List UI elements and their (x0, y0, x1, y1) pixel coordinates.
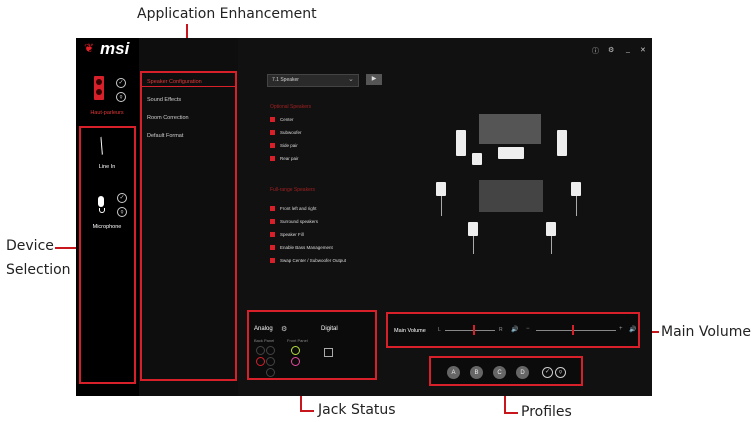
msi-dragon-icon: ❦ (84, 41, 95, 55)
digital-spdif-icon (324, 348, 333, 357)
jack-back-1 (256, 346, 265, 355)
jack-front-mic (291, 357, 300, 366)
checkbox-side-pair[interactable]: Side pair (270, 139, 302, 152)
callout-line-jack-h (300, 410, 314, 412)
settings-icon[interactable]: ⚙ (608, 46, 614, 54)
callout-selection: Selection (6, 262, 71, 278)
back-panel-label: Back Panel (254, 338, 275, 343)
menu-room-correction[interactable]: Room Correction (141, 108, 236, 126)
checkbox-bass-management[interactable]: Enable Bass Management (270, 241, 346, 254)
device-selection-highlight (79, 126, 136, 384)
close-icon[interactable]: ✕ (640, 46, 646, 54)
checkbox-swap-center-sub[interactable]: Swap Center / Subwoofer Output (270, 254, 346, 267)
speaker-layout-diagram (431, 110, 631, 270)
couch-icon (479, 180, 543, 212)
callout-line-profiles-h (504, 412, 518, 414)
checkbox-subwoofer[interactable]: Subwoofer (270, 126, 302, 139)
speaker-device-icon (94, 76, 104, 100)
main-volume-panel: Main Volume L R 🔊 − + 🔊 (386, 312, 640, 348)
default-check-icon[interactable]: ✓ (116, 78, 126, 88)
subwoofer-icon[interactable] (472, 153, 482, 165)
digital-label: Digital (321, 326, 338, 332)
profiles-panel: A B C D ✓ ǫ (429, 356, 583, 386)
side-right-speaker-icon[interactable] (571, 182, 581, 196)
optional-speakers-list: Center Subwoofer Side pair Rear pair (270, 113, 302, 165)
rear-left-speaker-icon[interactable] (468, 222, 478, 236)
rear-right-speaker-icon[interactable] (546, 222, 556, 236)
jack-status-panel: Analog ⚙ Digital Back Panel Front Panel (247, 310, 377, 380)
callout-device: Device (6, 238, 54, 254)
profile-a-button[interactable]: A (447, 366, 460, 379)
profile-c-button[interactable]: C (493, 366, 506, 379)
jack-back-5 (266, 368, 275, 377)
checkbox-center[interactable]: Center (270, 113, 302, 126)
front-right-speaker-icon[interactable] (557, 130, 567, 156)
jack-back-3 (256, 357, 265, 366)
menu-default-format[interactable]: Default Format (141, 126, 236, 144)
center-speaker-icon[interactable] (498, 147, 524, 159)
speaker-config-select[interactable]: 7.1 Speaker ⌄ (267, 74, 359, 87)
balance-slider-track[interactable] (445, 330, 495, 331)
audio-app-window: ❦ msi ✓ ǫ Haut-parleurs ⟋ Line In ✓ ǫ Mi… (76, 38, 652, 396)
analog-settings-icon[interactable]: ⚙ (281, 325, 287, 333)
profile-d-button[interactable]: D (516, 366, 529, 379)
front-panel-label: Front Panel (287, 338, 308, 343)
minimize-icon[interactable]: _ (626, 46, 630, 53)
callout-main-volume: Main Volume (661, 324, 751, 340)
volume-slider-thumb[interactable] (572, 325, 574, 335)
checkbox-surround[interactable]: Surround speakers (270, 215, 346, 228)
callout-application-enhancement: Application Enhancement (137, 6, 317, 22)
checkbox-front-lr[interactable]: Front left and right (270, 202, 346, 215)
balance-slider-thumb[interactable] (472, 325, 475, 335)
callout-jack-status: Jack Status (318, 402, 396, 418)
volume-slider-track[interactable] (536, 330, 616, 331)
checkbox-rear-pair[interactable]: Rear pair (270, 152, 302, 165)
full-range-list: Front left and right Surround speakers S… (270, 202, 346, 267)
jack-front-headphone (291, 346, 300, 355)
checkbox-speaker-fill[interactable]: Speaker Fill (270, 228, 346, 241)
mute-toggle-icon[interactable]: 🔊 (629, 326, 636, 333)
side-left-speaker-icon[interactable] (436, 182, 446, 196)
front-left-speaker-icon[interactable] (456, 130, 466, 156)
callout-line-device (55, 247, 77, 249)
profile-mic-icon[interactable]: ǫ (555, 367, 566, 378)
jack-back-4 (266, 357, 275, 366)
callout-profiles: Profiles (521, 404, 572, 420)
menu-speaker-configuration[interactable]: Speaker Configuration (141, 72, 236, 90)
profile-b-button[interactable]: B (470, 366, 483, 379)
speaker-volume-icon[interactable]: 🔊 (511, 326, 518, 333)
play-test-button[interactable]: ▶ (366, 74, 382, 85)
device-speakers[interactable]: ✓ ǫ Haut-parleurs (78, 72, 136, 122)
device-label-speakers: Haut-parleurs (90, 110, 124, 116)
main-volume-label: Main Volume (394, 328, 426, 334)
optional-speakers-heading: Optional Speakers (270, 104, 312, 110)
chevron-down-icon: ⌄ (348, 76, 354, 83)
analog-label: Analog (254, 326, 273, 332)
info-icon[interactable]: ⓘ (592, 46, 599, 56)
full-range-heading: Full-range Speakers (270, 187, 316, 193)
enhancement-menu: Speaker Configuration Sound Effects Room… (139, 38, 238, 396)
profile-apply-check-icon[interactable]: ✓ (542, 367, 553, 378)
menu-sound-effects[interactable]: Sound Effects (141, 90, 236, 108)
jack-back-2 (266, 346, 275, 355)
msi-logo: msi (100, 39, 130, 58)
mic-toggle-icon[interactable]: ǫ (116, 92, 126, 102)
tv-screen (479, 114, 541, 144)
